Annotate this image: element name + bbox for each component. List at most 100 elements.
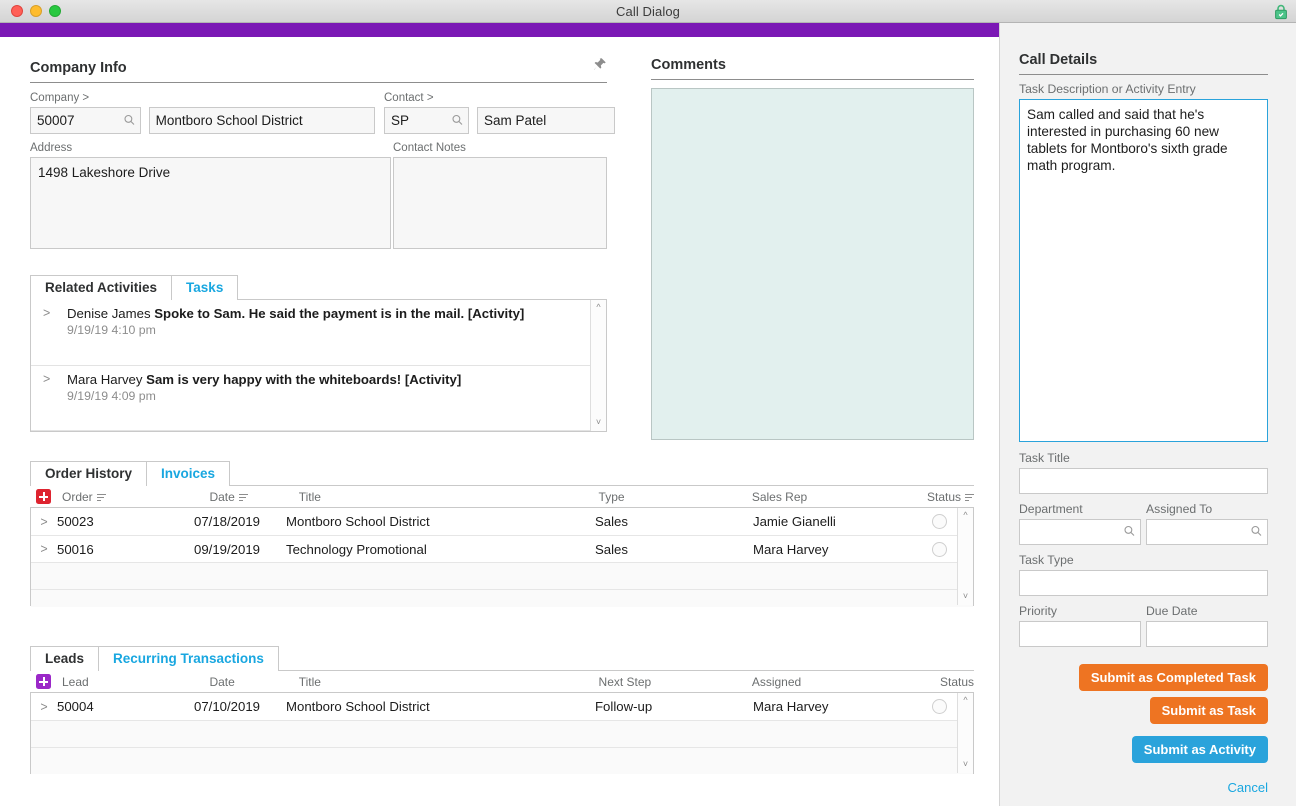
- expand-caret-icon[interactable]: >: [31, 515, 57, 529]
- tab-tasks[interactable]: Tasks: [171, 275, 239, 300]
- activity-note: Sam is very happy with the whiteboards! …: [146, 372, 462, 387]
- scroll-down-icon[interactable]: ˅: [963, 589, 968, 605]
- search-icon[interactable]: [124, 113, 135, 128]
- tab-label: Recurring Transactions: [113, 651, 264, 666]
- column-header-lead[interactable]: Lead: [62, 675, 209, 689]
- activities-scrollbar[interactable]: ^ ˅: [590, 300, 606, 431]
- tab-order-history[interactable]: Order History: [30, 461, 148, 487]
- title-bar: Call Dialog: [0, 0, 1296, 23]
- department-input[interactable]: [1019, 519, 1141, 545]
- contact-name-input[interactable]: Sam Patel: [477, 107, 615, 134]
- tab-recurring-transactions[interactable]: Recurring Transactions: [98, 646, 279, 671]
- table-row[interactable]: > 50004 07/10/2019 Montboro School Distr…: [31, 693, 973, 720]
- table-row: [31, 589, 973, 607]
- search-icon[interactable]: [1124, 525, 1135, 540]
- order-history-tabs[interactable]: Order History Invoices: [30, 461, 974, 487]
- leads-header: Lead Date Title Next Step Assigned Statu…: [30, 671, 974, 692]
- table-row[interactable]: > 50023 07/18/2019 Montboro School Distr…: [31, 508, 973, 535]
- submit-task-button[interactable]: Submit as Task: [1149, 697, 1268, 724]
- task-description-textarea[interactable]: Sam called and said that he's interested…: [1019, 99, 1268, 442]
- activity-timestamp: 9/19/19 4:10 pm: [67, 323, 156, 337]
- tab-leads[interactable]: Leads: [30, 646, 100, 672]
- assigned-to-input[interactable]: [1146, 519, 1268, 545]
- comments-textarea[interactable]: [651, 88, 974, 440]
- company-name-value: Montboro School District: [155, 113, 303, 128]
- column-header-status[interactable]: Status: [906, 675, 974, 689]
- contact-code-input[interactable]: SP: [384, 107, 469, 134]
- scroll-up-icon[interactable]: ^: [963, 508, 967, 524]
- sort-icon[interactable]: [965, 493, 975, 501]
- table-row[interactable]: > 50016 09/19/2019 Technology Promotiona…: [31, 535, 973, 562]
- column-header-type[interactable]: Type: [599, 490, 752, 504]
- column-header-date[interactable]: Date: [209, 675, 298, 689]
- scroll-up-icon[interactable]: ^: [596, 300, 600, 316]
- cell-title: Montboro School District: [286, 514, 430, 529]
- department-label: Department: [1019, 502, 1083, 516]
- task-description-label: Task Description or Activity Entry: [1019, 82, 1196, 96]
- order-history-grid: > 50023 07/18/2019 Montboro School Distr…: [30, 507, 974, 607]
- add-row-icon[interactable]: [36, 489, 51, 504]
- cell-date: 09/19/2019: [194, 541, 261, 557]
- contact-notes-textarea[interactable]: [393, 157, 607, 249]
- sort-icon[interactable]: [96, 493, 106, 501]
- cell-type: Sales: [595, 541, 628, 557]
- call-details-title: Call Details: [1019, 52, 1098, 68]
- list-item[interactable]: > Denise James Spoke to Sam. He said the…: [31, 300, 606, 366]
- status-badge[interactable]: [931, 514, 947, 529]
- column-header-order[interactable]: Order: [62, 490, 209, 504]
- company-info-header: Company Info: [30, 57, 607, 83]
- submit-completed-task-button[interactable]: Submit as Completed Task: [1078, 664, 1268, 691]
- leads-tabs[interactable]: Leads Recurring Transactions: [30, 646, 974, 672]
- cancel-button[interactable]: Cancel: [1228, 780, 1268, 795]
- add-row-icon[interactable]: [36, 674, 51, 689]
- address-label: Address: [30, 142, 73, 154]
- cell-title: Technology Promotional: [286, 541, 427, 557]
- contact-name-value: Sam Patel: [484, 113, 547, 128]
- status-badge[interactable]: [931, 541, 947, 557]
- company-name-input[interactable]: Montboro School District: [148, 107, 375, 134]
- tab-invoices[interactable]: Invoices: [146, 461, 231, 486]
- column-header-status[interactable]: Status: [906, 490, 975, 504]
- search-icon[interactable]: [452, 113, 463, 128]
- search-icon[interactable]: [1251, 525, 1262, 540]
- task-title-input[interactable]: [1019, 468, 1268, 494]
- list-item[interactable]: > Mara Harvey Sam is very happy with the…: [31, 366, 606, 431]
- expand-caret-icon[interactable]: >: [31, 700, 57, 714]
- task-type-label: Task Type: [1019, 553, 1074, 567]
- sort-icon[interactable]: [238, 493, 248, 501]
- pin-icon[interactable]: [593, 57, 607, 76]
- main-content: Company Info Company > 50007 Montboro Sc…: [0, 37, 999, 806]
- due-date-input[interactable]: [1146, 621, 1268, 647]
- task-type-input[interactable]: [1019, 570, 1268, 596]
- scroll-down-icon[interactable]: ˅: [596, 415, 601, 431]
- status-badge[interactable]: [931, 699, 947, 714]
- activity-author: Mara Harvey: [67, 372, 147, 387]
- column-header-next-step[interactable]: Next Step: [599, 675, 752, 689]
- order-history-scrollbar[interactable]: ^ ˅: [957, 508, 973, 605]
- scroll-up-icon[interactable]: ^: [963, 693, 967, 709]
- cell-order: 50016: [57, 541, 94, 557]
- column-header-title[interactable]: Title: [299, 675, 599, 689]
- table-row: [31, 747, 973, 774]
- tab-related-activities[interactable]: Related Activities: [30, 275, 173, 301]
- column-header-date[interactable]: Date: [209, 490, 298, 504]
- call-details-panel: Call Details Task Description or Activit…: [999, 23, 1296, 806]
- task-description-value: Sam called and said that he's interested…: [1027, 107, 1228, 173]
- tab-label: Invoices: [161, 466, 216, 481]
- column-header-assigned[interactable]: Assigned: [752, 675, 906, 689]
- activities-tabs[interactable]: Related Activities Tasks: [30, 275, 607, 301]
- table-row: [31, 720, 973, 747]
- company-code-input[interactable]: 50007: [30, 107, 141, 134]
- scroll-down-icon[interactable]: ˅: [963, 757, 968, 773]
- expand-caret-icon[interactable]: >: [31, 542, 57, 556]
- address-textarea[interactable]: 1498 Lakeshore Drive: [30, 157, 391, 249]
- expand-caret-icon[interactable]: >: [43, 372, 50, 386]
- leads-grid: > 50004 07/10/2019 Montboro School Distr…: [30, 692, 974, 774]
- leads-scrollbar[interactable]: ^ ˅: [957, 693, 973, 773]
- priority-input[interactable]: [1019, 621, 1141, 647]
- expand-caret-icon[interactable]: >: [43, 306, 50, 320]
- column-header-sales-rep[interactable]: Sales Rep: [752, 490, 906, 504]
- activities-list: > Denise James Spoke to Sam. He said the…: [30, 300, 607, 432]
- column-header-title[interactable]: Title: [299, 490, 599, 504]
- submit-activity-button[interactable]: Submit as Activity: [1131, 736, 1268, 763]
